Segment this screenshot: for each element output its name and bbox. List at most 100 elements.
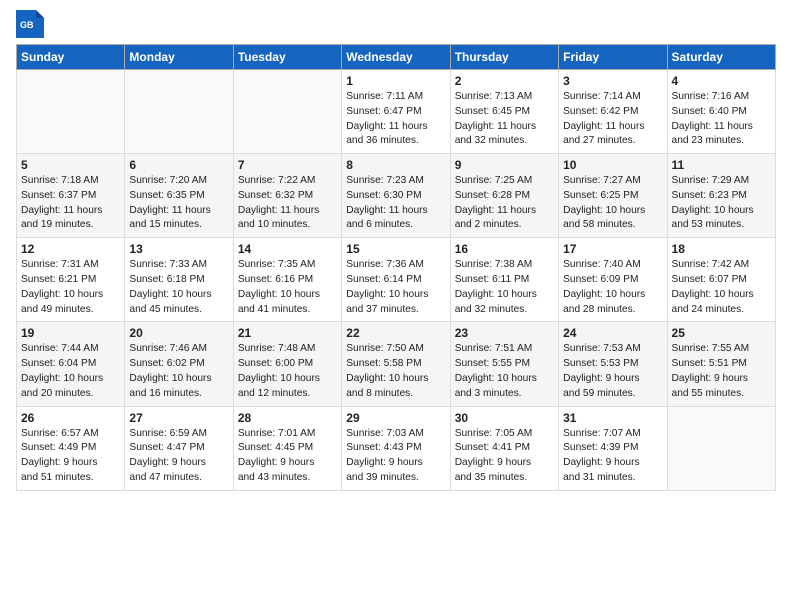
day-number: 25 (672, 326, 771, 340)
day-info: Sunrise: 7:01 AMSunset: 4:45 PMDaylight:… (238, 427, 337, 486)
calendar-cell: 30 Sunrise: 7:05 AMSunset: 4:41 PMDayligh… (450, 406, 558, 490)
day-number: 8 (346, 158, 445, 172)
calendar-cell: 11 Sunrise: 7:29 AMSunset: 6:23 PMDayligh… (667, 154, 775, 238)
day-info: Sunrise: 7:51 AMSunset: 5:55 PMDaylight:… (455, 342, 554, 401)
day-info: Sunrise: 7:48 AMSunset: 6:00 PMDaylight:… (238, 342, 337, 401)
logo: GB (16, 10, 48, 38)
day-info: Sunrise: 7:55 AMSunset: 5:51 PMDaylight:… (672, 342, 771, 401)
day-number: 27 (129, 411, 228, 425)
day-number: 30 (455, 411, 554, 425)
day-info: Sunrise: 7:42 AMSunset: 6:07 PMDaylight:… (672, 258, 771, 317)
calendar-cell: 20Sunrise: 7:46 AMSunset: 6:02 PMDayligh… (125, 322, 233, 406)
header-day-sunday: Sunday (17, 45, 125, 70)
day-info: Sunrise: 7:05 AMSunset: 4:41 PMDaylight:… (455, 427, 554, 486)
calendar-cell: 24 Sunrise: 7:53 AMSunset: 5:53 PMDayligh… (559, 322, 667, 406)
day-number: 2 (455, 74, 554, 88)
week-row-2: 12 Sunrise: 7:31 AMSunset: 6:21 PMDayligh… (17, 238, 776, 322)
calendar-cell (667, 406, 775, 490)
calendar-cell: 12 Sunrise: 7:31 AMSunset: 6:21 PMDayligh… (17, 238, 125, 322)
day-info: Sunrise: 7:46 AMSunset: 6:02 PMDaylight:… (129, 342, 228, 401)
day-number: 22 (346, 326, 445, 340)
day-number: 19 (21, 326, 120, 340)
day-number: 4 (672, 74, 771, 88)
header: GB (16, 10, 776, 38)
calendar-cell: 27 Sunrise: 6:59 AMSunset: 4:47 PMDayligh… (125, 406, 233, 490)
calendar-cell (233, 70, 341, 154)
day-info: Sunrise: 7:18 AMSunset: 6:37 PMDaylight:… (21, 174, 120, 233)
day-info: Sunrise: 7:40 AMSunset: 6:09 PMDaylight:… (563, 258, 662, 317)
calendar-cell (17, 70, 125, 154)
day-info: Sunrise: 7:16 AMSunset: 6:40 PMDaylight:… (672, 90, 771, 149)
day-number: 5 (21, 158, 120, 172)
calendar-cell: 4 Sunrise: 7:16 AMSunset: 6:40 PMDaylight… (667, 70, 775, 154)
day-info: Sunrise: 7:03 AMSunset: 4:43 PMDaylight:… (346, 427, 445, 486)
calendar-cell: 2Sunrise: 7:13 AMSunset: 6:45 PMDaylight… (450, 70, 558, 154)
day-number: 18 (672, 242, 771, 256)
day-info: Sunrise: 7:20 AMSunset: 6:35 PMDaylight:… (129, 174, 228, 233)
calendar-cell: 8 Sunrise: 7:23 AMSunset: 6:30 PMDaylight… (342, 154, 450, 238)
calendar-cell: 14 Sunrise: 7:35 AMSunset: 6:16 PMDayligh… (233, 238, 341, 322)
calendar-cell: 10 Sunrise: 7:27 AMSunset: 6:25 PMDayligh… (559, 154, 667, 238)
day-info: Sunrise: 7:25 AMSunset: 6:28 PMDaylight:… (455, 174, 554, 233)
svg-text:GB: GB (20, 20, 34, 30)
calendar-cell: 18 Sunrise: 7:42 AMSunset: 6:07 PMDayligh… (667, 238, 775, 322)
calendar-cell: 25 Sunrise: 7:55 AMSunset: 5:51 PMDayligh… (667, 322, 775, 406)
week-row-1: 5 Sunrise: 7:18 AMSunset: 6:37 PMDaylight… (17, 154, 776, 238)
day-info: Sunrise: 7:07 AMSunset: 4:39 PMDaylight:… (563, 427, 662, 486)
calendar-cell: 3 Sunrise: 7:14 AMSunset: 6:42 PMDaylight… (559, 70, 667, 154)
day-number: 28 (238, 411, 337, 425)
day-info: Sunrise: 7:14 AMSunset: 6:42 PMDaylight:… (563, 90, 662, 149)
day-info: Sunrise: 7:22 AMSunset: 6:32 PMDaylight:… (238, 174, 337, 233)
day-number: 23 (455, 326, 554, 340)
logo-icon: GB (16, 10, 44, 38)
calendar-cell: 6 Sunrise: 7:20 AMSunset: 6:35 PMDaylight… (125, 154, 233, 238)
day-info: Sunrise: 6:59 AMSunset: 4:47 PMDaylight:… (129, 427, 228, 486)
day-info: Sunrise: 7:31 AMSunset: 6:21 PMDaylight:… (21, 258, 120, 317)
day-number: 14 (238, 242, 337, 256)
day-info: Sunrise: 7:29 AMSunset: 6:23 PMDaylight:… (672, 174, 771, 233)
day-info: Sunrise: 7:53 AMSunset: 5:53 PMDaylight:… (563, 342, 662, 401)
header-row: SundayMondayTuesdayWednesdayThursdayFrid… (17, 45, 776, 70)
page-container: GB SundayMondayTuesdayWednesdayThursdayF… (0, 0, 792, 499)
calendar-cell: 29 Sunrise: 7:03 AMSunset: 4:43 PMDayligh… (342, 406, 450, 490)
day-info: Sunrise: 7:23 AMSunset: 6:30 PMDaylight:… (346, 174, 445, 233)
calendar-cell: 23 Sunrise: 7:51 AMSunset: 5:55 PMDayligh… (450, 322, 558, 406)
day-info: Sunrise: 7:44 AMSunset: 6:04 PMDaylight:… (21, 342, 120, 401)
day-number: 10 (563, 158, 662, 172)
day-number: 12 (21, 242, 120, 256)
calendar-cell: 22 Sunrise: 7:50 AMSunset: 5:58 PMDayligh… (342, 322, 450, 406)
week-row-4: 26Sunrise: 6:57 AMSunset: 4:49 PMDayligh… (17, 406, 776, 490)
day-number: 26 (21, 411, 120, 425)
day-number: 6 (129, 158, 228, 172)
day-number: 17 (563, 242, 662, 256)
calendar-cell: 1 Sunrise: 7:11 AMSunset: 6:47 PMDaylight… (342, 70, 450, 154)
day-number: 24 (563, 326, 662, 340)
day-info: Sunrise: 7:36 AMSunset: 6:14 PMDaylight:… (346, 258, 445, 317)
calendar-cell: 21Sunrise: 7:48 AMSunset: 6:00 PMDayligh… (233, 322, 341, 406)
day-number: 3 (563, 74, 662, 88)
day-number: 31 (563, 411, 662, 425)
calendar-cell: 31 Sunrise: 7:07 AMSunset: 4:39 PMDayligh… (559, 406, 667, 490)
day-info: Sunrise: 7:50 AMSunset: 5:58 PMDaylight:… (346, 342, 445, 401)
header-day-thursday: Thursday (450, 45, 558, 70)
calendar-table: SundayMondayTuesdayWednesdayThursdayFrid… (16, 44, 776, 491)
day-info: Sunrise: 7:35 AMSunset: 6:16 PMDaylight:… (238, 258, 337, 317)
day-number: 29 (346, 411, 445, 425)
day-info: Sunrise: 7:38 AMSunset: 6:11 PMDaylight:… (455, 258, 554, 317)
header-day-wednesday: Wednesday (342, 45, 450, 70)
day-number: 9 (455, 158, 554, 172)
calendar-cell: 16Sunrise: 7:38 AMSunset: 6:11 PMDayligh… (450, 238, 558, 322)
calendar-cell: 7Sunrise: 7:22 AMSunset: 6:32 PMDaylight… (233, 154, 341, 238)
header-day-tuesday: Tuesday (233, 45, 341, 70)
header-day-saturday: Saturday (667, 45, 775, 70)
calendar-cell: 26Sunrise: 6:57 AMSunset: 4:49 PMDayligh… (17, 406, 125, 490)
day-info: Sunrise: 7:33 AMSunset: 6:18 PMDaylight:… (129, 258, 228, 317)
calendar-cell: 28 Sunrise: 7:01 AMSunset: 4:45 PMDayligh… (233, 406, 341, 490)
day-number: 11 (672, 158, 771, 172)
day-number: 1 (346, 74, 445, 88)
day-number: 13 (129, 242, 228, 256)
day-info: Sunrise: 7:11 AMSunset: 6:47 PMDaylight:… (346, 90, 445, 149)
calendar-cell: 5 Sunrise: 7:18 AMSunset: 6:37 PMDaylight… (17, 154, 125, 238)
day-info: Sunrise: 7:27 AMSunset: 6:25 PMDaylight:… (563, 174, 662, 233)
day-number: 15 (346, 242, 445, 256)
